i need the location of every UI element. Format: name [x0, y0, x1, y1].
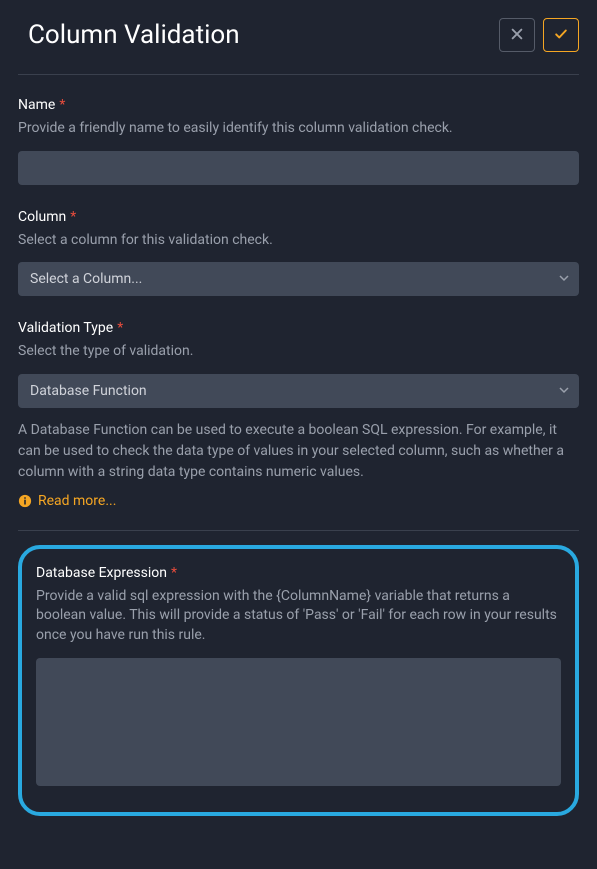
- validation-type-select-wrap: Database Function: [18, 374, 579, 408]
- close-icon: [510, 27, 524, 44]
- header-actions: [499, 18, 579, 52]
- confirm-button[interactable]: [543, 18, 579, 52]
- name-input[interactable]: [18, 151, 579, 185]
- name-help: Provide a friendly name to easily identi…: [18, 119, 579, 139]
- expression-help: Provide a valid sql expression with the …: [36, 587, 561, 646]
- expression-label-row: Database Expression *: [36, 565, 561, 581]
- close-button[interactable]: [499, 18, 535, 52]
- expression-highlight-box: Database Expression * Provide a valid sq…: [18, 545, 579, 816]
- check-icon: [554, 27, 568, 44]
- validation-type-group: Validation Type * Select the type of val…: [18, 320, 579, 408]
- read-more-link[interactable]: Read more...: [18, 493, 116, 509]
- name-label-row: Name *: [18, 97, 579, 113]
- modal-header: Column Validation: [18, 18, 579, 75]
- modal-title: Column Validation: [18, 20, 240, 50]
- section-divider: [18, 530, 579, 531]
- name-group: Name * Provide a friendly name to easily…: [18, 97, 579, 185]
- validation-type-label-row: Validation Type *: [18, 320, 579, 336]
- column-label-row: Column *: [18, 209, 579, 225]
- column-label: Column: [18, 209, 66, 225]
- name-label: Name: [18, 97, 55, 113]
- validation-type-help: Select the type of validation.: [18, 342, 579, 362]
- validation-type-description: A Database Function can be used to execu…: [18, 420, 579, 483]
- expression-textarea[interactable]: [36, 658, 561, 786]
- column-group: Column * Select a column for this valida…: [18, 209, 579, 297]
- required-marker: *: [117, 320, 123, 336]
- validation-type-select[interactable]: Database Function: [18, 374, 579, 408]
- required-marker: *: [59, 97, 65, 113]
- validation-type-label: Validation Type: [18, 320, 113, 336]
- column-help: Select a column for this validation chec…: [18, 231, 579, 251]
- required-marker: *: [171, 565, 177, 581]
- required-marker: *: [70, 209, 76, 225]
- info-icon: [18, 494, 32, 508]
- read-more-label: Read more...: [38, 493, 116, 509]
- column-select[interactable]: Select a Column...: [18, 262, 579, 296]
- column-validation-modal: Column Validation Name * Provide a frien…: [0, 0, 597, 842]
- column-select-wrap: Select a Column...: [18, 262, 579, 296]
- expression-label: Database Expression: [36, 565, 167, 581]
